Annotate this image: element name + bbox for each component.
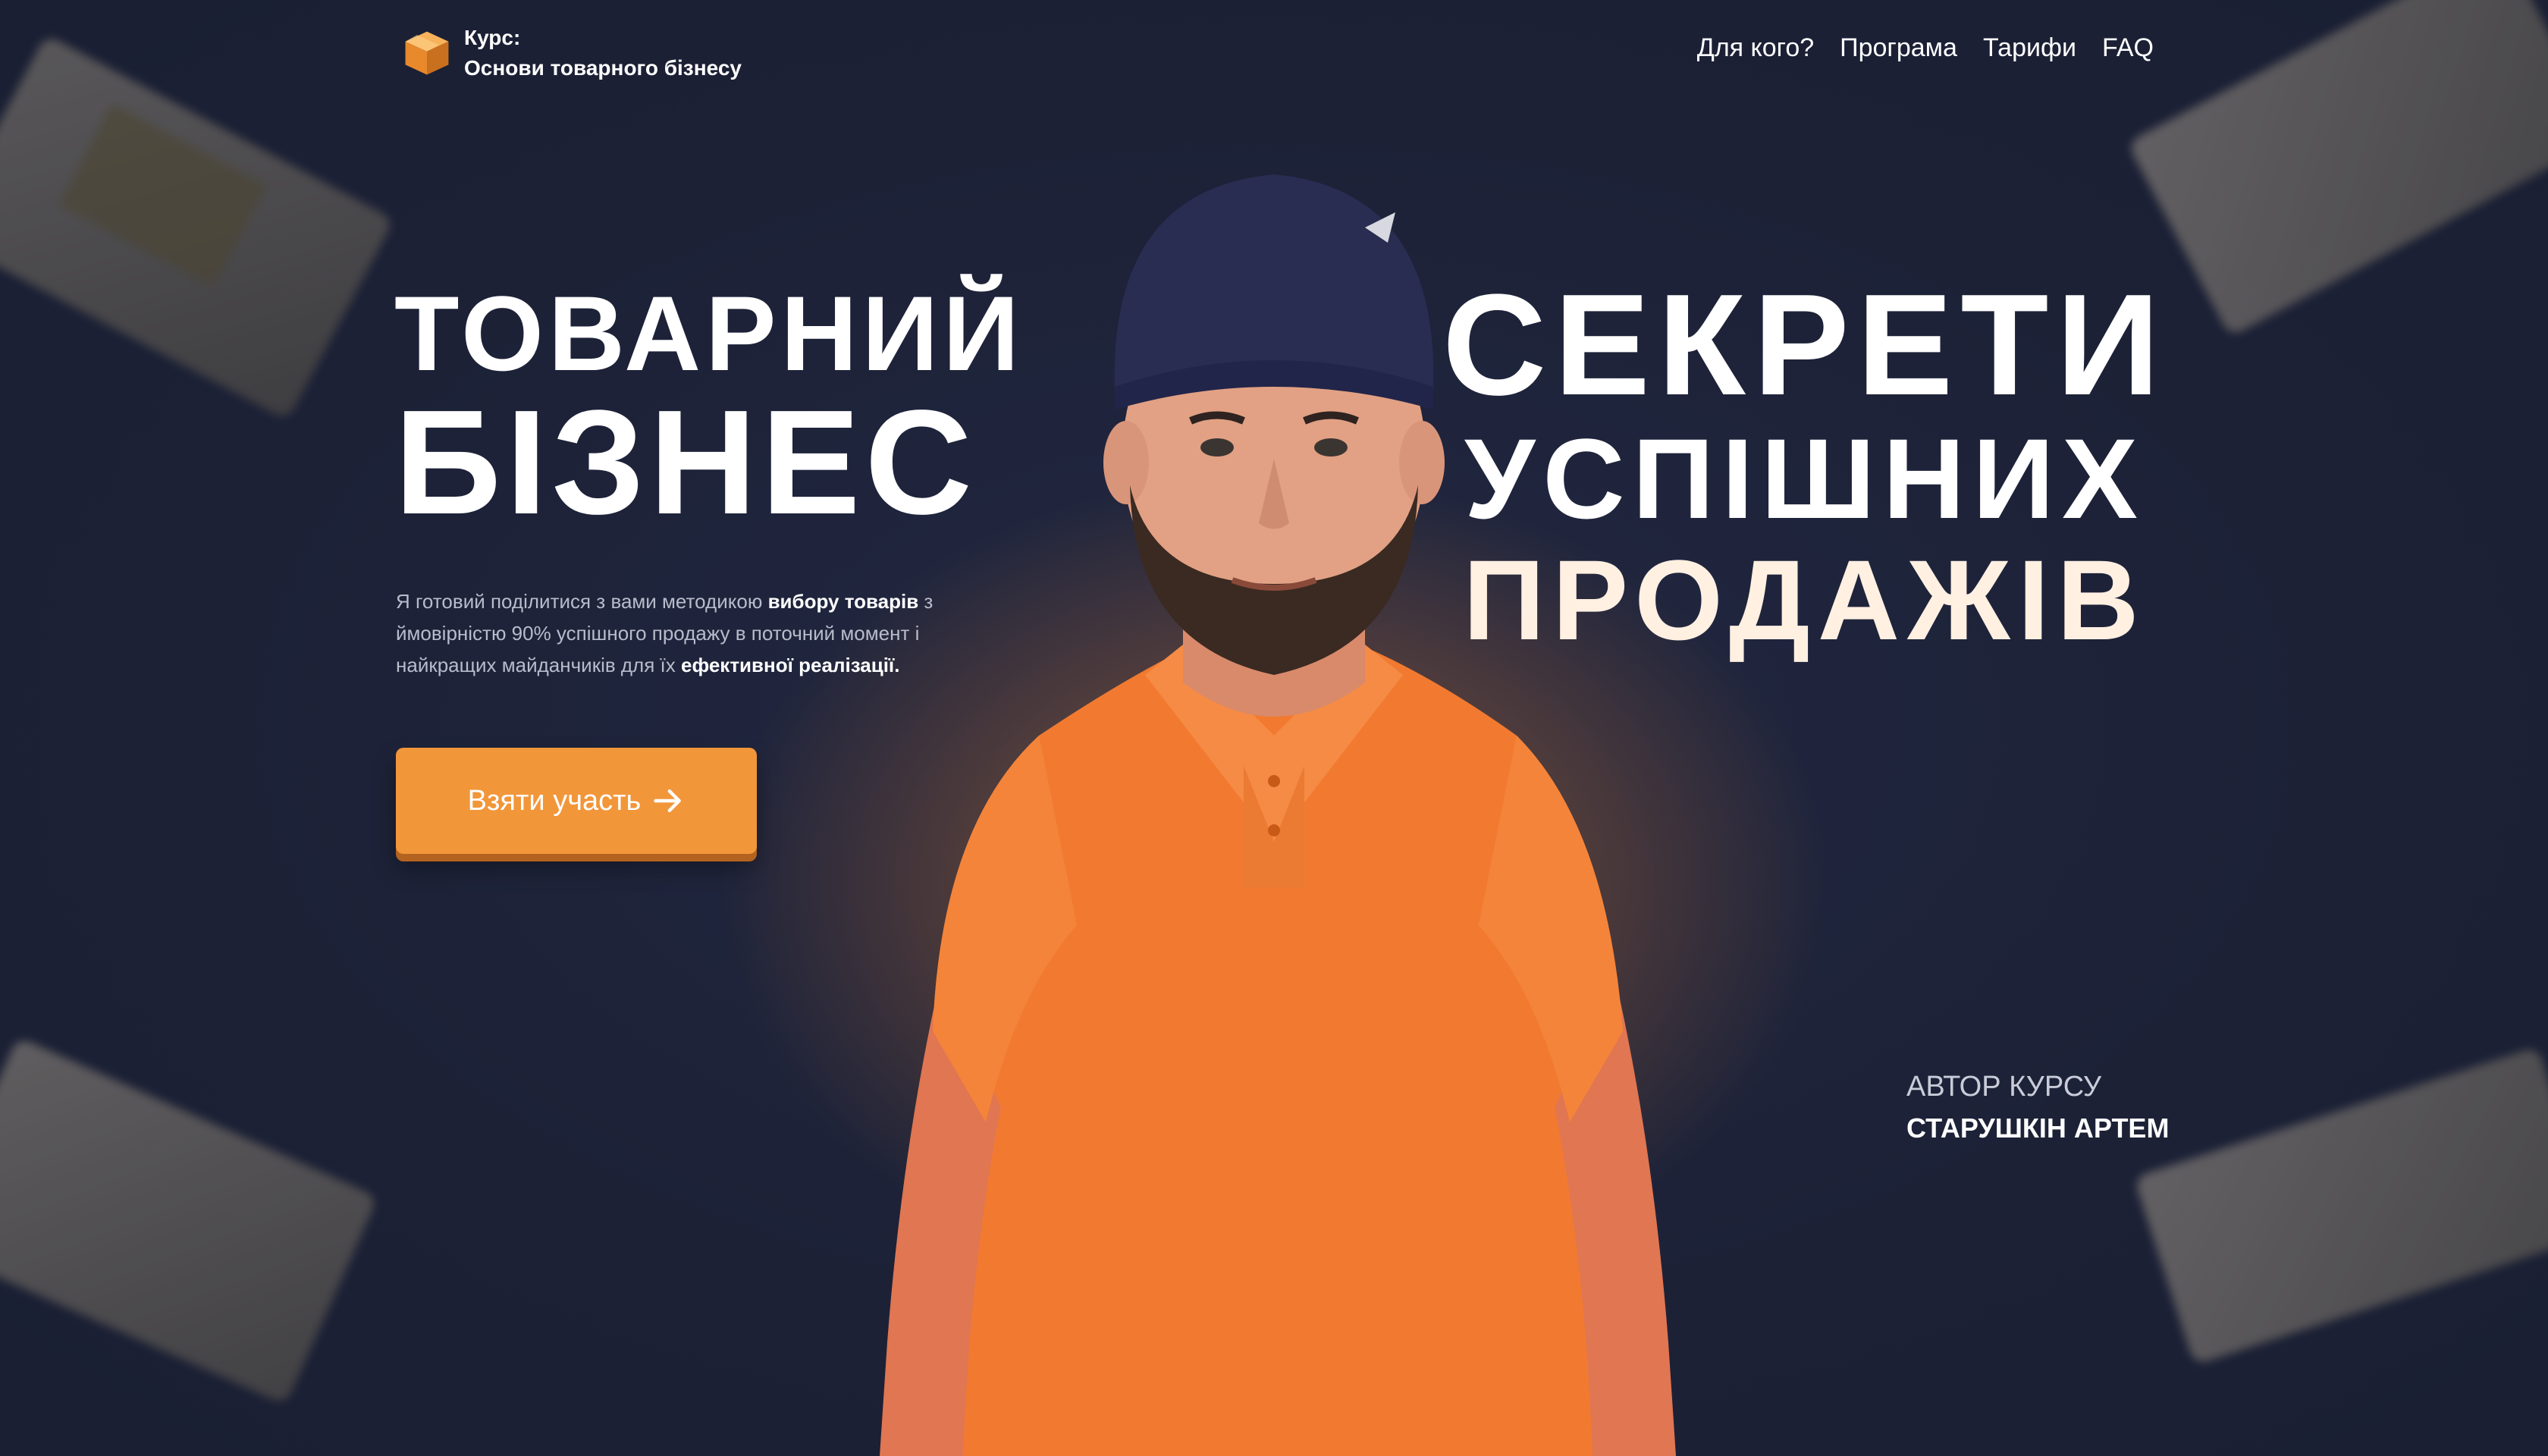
box-icon (405, 31, 449, 75)
join-button[interactable]: Взяти участь (396, 748, 757, 854)
brand-line2: Основи товарного бізнесу (464, 56, 742, 80)
desc-bold-1: вибору товарів (767, 590, 919, 613)
arrow-right-icon (654, 789, 682, 813)
main-nav: Для кого? Програма Тарифи FAQ (1697, 33, 2154, 63)
secrets-line3: ПРОДАЖІВ (1463, 536, 2147, 664)
desc-bold-2: ефективної реалізації. (680, 654, 900, 676)
author-block: АВТОР КУРСУ СТАРУШКІН АРТЕМ (1906, 1071, 2169, 1144)
nav-link-program[interactable]: Програма (1840, 33, 1957, 63)
brand-text: Курс: Основи товарного бізнесу (464, 23, 742, 83)
hero-description: Я готовий поділитися з вами методикою ви… (396, 585, 957, 681)
join-button-label: Взяти участь (467, 784, 642, 817)
secrets-line2: УСПІШНИХ (1464, 415, 2146, 542)
desc-text-1: Я готовий поділитися з вами методикою (396, 590, 768, 613)
landing-page: Курс: Основи товарного бізнесу Для кого?… (0, 0, 2548, 1456)
secrets-title: СЕКРЕТИ УСПІШНИХ ПРОДАЖІВ (1441, 273, 2169, 657)
decorative-box-bottom-left (0, 1037, 378, 1405)
brand-line1: Курс: (464, 26, 521, 49)
brand-logo[interactable]: Курс: Основи товарного бізнесу (400, 23, 742, 83)
nav-link-for-whom[interactable]: Для кого? (1697, 33, 1814, 63)
site-header: Курс: Основи товарного бізнесу Для кого?… (0, 0, 2548, 106)
nav-link-faq[interactable]: FAQ (2102, 33, 2154, 63)
hero-title: ТОВАРНИЙ БІЗНЕС (394, 281, 1024, 537)
secrets-line1: СЕКРЕТИ (1442, 265, 2167, 425)
author-name: СТАРУШКІН АРТЕМ (1906, 1112, 2170, 1144)
hero-title-line2: БІЗНЕС (394, 379, 977, 545)
author-caption: АВТОР КУРСУ (1906, 1071, 2102, 1103)
hero-title-line1: ТОВАРНИЙ (394, 274, 1024, 393)
nav-link-pricing[interactable]: Тарифи (1983, 33, 2076, 63)
decorative-box-bottom-right (2133, 1046, 2548, 1366)
